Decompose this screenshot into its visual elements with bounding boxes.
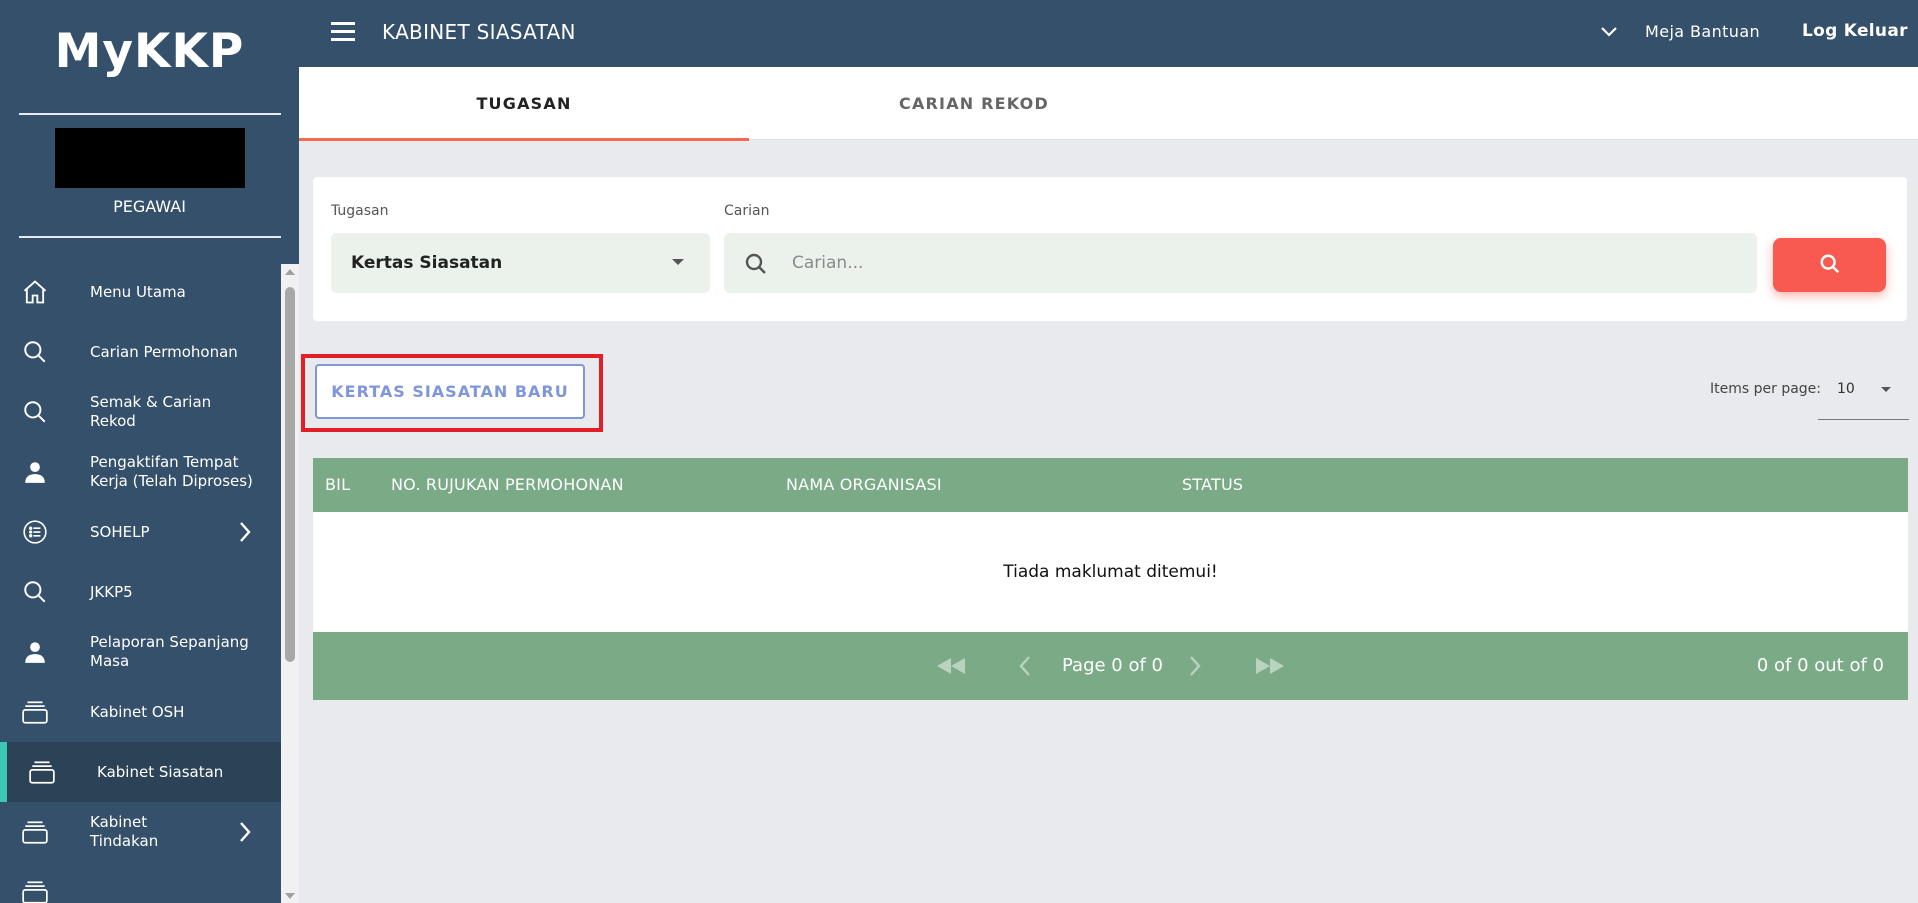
sidebar-item-label: Semak & Carian Rekod (90, 393, 212, 430)
chevron-right-icon[interactable] (235, 520, 255, 544)
items-per-page-value: 10 (1837, 381, 1855, 397)
tab-tugasan[interactable]: TUGASAN (299, 67, 749, 141)
search-icon (20, 397, 50, 427)
chevron-right-icon[interactable] (235, 820, 255, 844)
dropdown-caret-icon (1881, 387, 1891, 392)
column-header-status[interactable]: STATUS (1182, 475, 1243, 494)
search-icon (20, 577, 50, 607)
task-label: Tugasan (331, 203, 389, 219)
column-header-nama-organisasi[interactable]: NAMA ORGANISASI (786, 475, 942, 494)
sidebar-divider (19, 113, 281, 115)
sidebar-item-label: Carian Permohonan (90, 342, 238, 361)
top-bar: KABINET SIASATAN Meja Bantuan Log Keluar (299, 0, 1918, 67)
person-icon (20, 637, 50, 667)
sidebar-item-kabinet-siasatan[interactable]: Kabinet Siasatan (0, 742, 281, 802)
empty-table-message: Tiada maklumat ditemui! (1003, 562, 1218, 582)
search-icon (744, 252, 768, 276)
table-pagination: Page 0 of 0 0 of 0 out of 0 (313, 632, 1908, 700)
sidebar-item-label: Kabinet Tindakan (90, 813, 159, 850)
cabinet-icon (20, 697, 50, 727)
items-per-page-label: Items per page: (1710, 381, 1822, 397)
brand-logo: MyKKP (54, 23, 245, 79)
previous-page-icon[interactable] (1013, 652, 1037, 680)
column-header-bil[interactable]: BIL (325, 475, 350, 494)
task-select-value: Kertas Siasatan (351, 253, 503, 273)
items-per-page-select[interactable]: 10 (1818, 370, 1909, 420)
filter-card: Tugasan Carian Kertas Siasatan (313, 177, 1907, 321)
page-title: KABINET SIASATAN (382, 20, 576, 44)
logout-link[interactable]: Log Keluar (1802, 21, 1908, 41)
sidebar-item-label: Kabinet OSH (90, 702, 185, 721)
help-desk-link[interactable]: Meja Bantuan (1645, 22, 1760, 41)
sidebar-scrollbar[interactable] (281, 264, 299, 903)
table-header: BIL NO. RUJUKAN PERMOHONAN NAMA ORGANISA… (313, 458, 1908, 512)
search-icon (1819, 253, 1841, 278)
sidebar-item-menu-utama[interactable]: Menu Utama (0, 262, 281, 322)
first-page-icon[interactable] (933, 652, 969, 680)
tab-bar: TUGASAN CARIAN REKOD (299, 67, 1918, 141)
scroll-down-icon[interactable] (285, 893, 295, 899)
sidebar-nav: Menu Utama Carian Permohonan Semak & Car… (0, 262, 281, 903)
search-field[interactable] (724, 233, 1757, 293)
chevron-down-icon[interactable] (1599, 22, 1619, 42)
sidebar-item-carian-permohonan[interactable]: Carian Permohonan (0, 322, 281, 382)
search-label: Carian (724, 203, 770, 219)
user-name-redacted (55, 128, 245, 188)
sidebar-item-label: Menu Utama (90, 282, 186, 301)
sidebar-item-label: SOHELP (90, 522, 150, 541)
sidebar-item-semak-carian-rekod[interactable]: Semak & Carian Rekod (0, 382, 281, 442)
search-button[interactable] (1773, 238, 1886, 292)
scroll-up-icon[interactable] (285, 269, 295, 275)
last-page-icon[interactable] (1252, 652, 1288, 680)
cabinet-icon (27, 757, 57, 787)
new-investigation-paper-button[interactable]: KERTAS SIASATAN BARU (315, 364, 585, 419)
table-body: Tiada maklumat ditemui! (313, 512, 1908, 632)
sidebar-item-label: Pelaporan Sepanjang Masa (90, 633, 249, 670)
list-icon (20, 517, 50, 547)
dropdown-caret-icon (672, 259, 684, 265)
sidebar-item-kabinet-osh[interactable]: Kabinet OSH (0, 682, 281, 742)
column-header-no-rujukan[interactable]: NO. RUJUKAN PERMOHONAN (391, 475, 624, 494)
search-input[interactable] (792, 245, 1732, 281)
sidebar: MyKKP PEGAWAI Menu Utama Carian Permohon… (0, 0, 299, 903)
sidebar-item-label: Kabinet Siasatan (97, 762, 224, 781)
sidebar-divider (19, 236, 281, 238)
sidebar-item-partial[interactable] (0, 862, 281, 903)
sidebar-item-label: Pengaktifan Tempat Kerja (Telah Diproses… (90, 453, 253, 490)
scrollbar-thumb[interactable] (285, 287, 295, 662)
next-page-icon[interactable] (1183, 652, 1207, 680)
sidebar-item-sohelp[interactable]: SOHELP (0, 502, 281, 562)
task-select[interactable]: Kertas Siasatan (331, 233, 710, 293)
sidebar-item-pengaktifan-tempat-kerja[interactable]: Pengaktifan Tempat Kerja (Telah Diproses… (0, 442, 281, 502)
sidebar-item-jkkp5[interactable]: JKKP5 (0, 562, 281, 622)
tab-carian-rekod[interactable]: CARIAN REKOD (749, 67, 1199, 140)
sidebar-item-label: JKKP5 (90, 582, 133, 601)
search-icon (20, 337, 50, 367)
sidebar-item-pelaporan-sepanjang-masa[interactable]: Pelaporan Sepanjang Masa (0, 622, 281, 682)
page-indicator: Page 0 of 0 (1062, 655, 1163, 676)
person-icon (20, 457, 50, 487)
cabinet-icon (20, 817, 50, 847)
sidebar-item-kabinet-tindakan[interactable]: Kabinet Tindakan (0, 802, 281, 862)
hamburger-menu-icon[interactable] (331, 22, 355, 42)
record-count: 0 of 0 out of 0 (1756, 655, 1884, 676)
home-icon (20, 277, 50, 307)
user-role: PEGAWAI (113, 197, 186, 216)
cabinet-icon (20, 877, 50, 903)
